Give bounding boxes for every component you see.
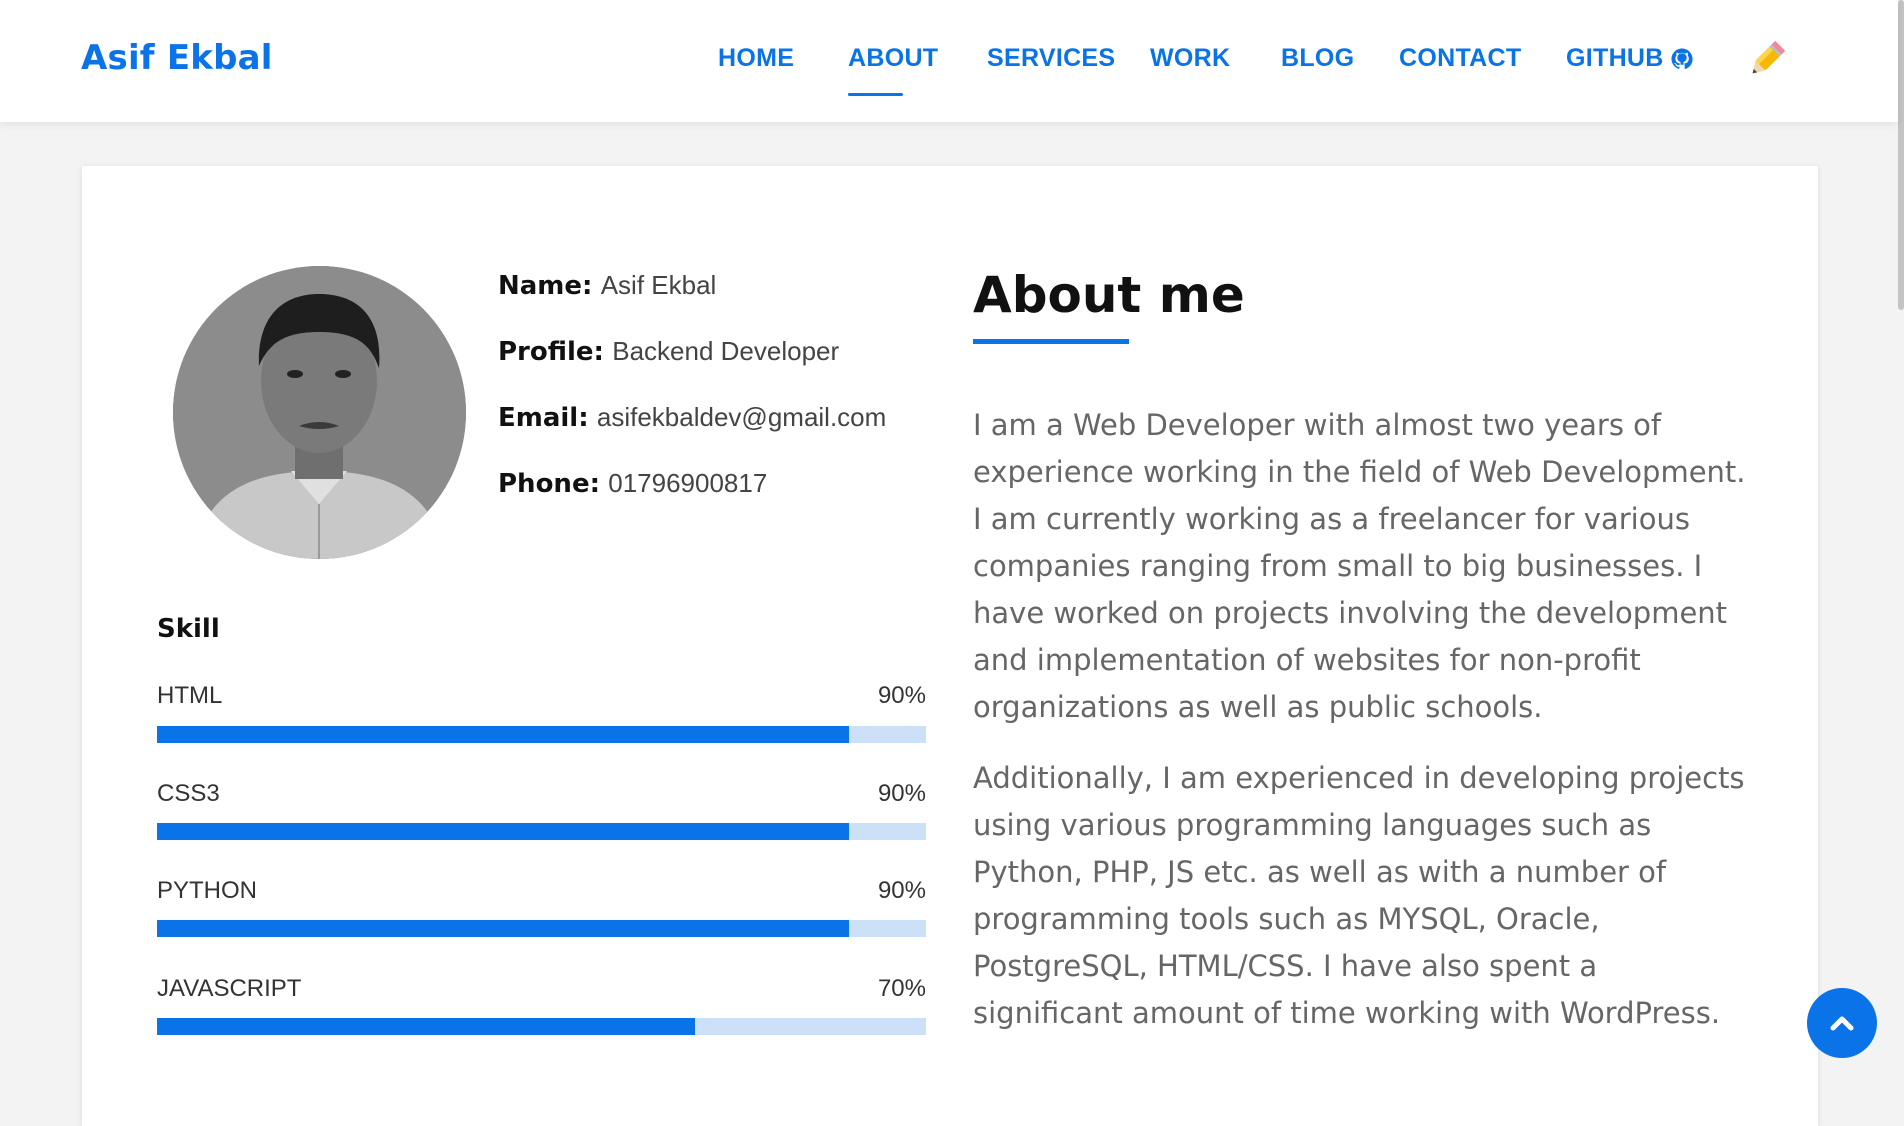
scrollbar-thumb[interactable] bbox=[1898, 0, 1904, 310]
github-icon bbox=[1671, 48, 1693, 69]
profile-phone-row: Phone: 01796900817 bbox=[498, 468, 767, 499]
nav-blog[interactable]: BLOG bbox=[1281, 44, 1354, 73]
phone-label: Phone: bbox=[498, 469, 600, 499]
skill-name: HTML bbox=[157, 682, 223, 709]
skill-bar-fill bbox=[157, 726, 850, 743]
avatar bbox=[173, 266, 466, 559]
profile-label: Profile: bbox=[498, 337, 604, 367]
skill-name: PYTHON bbox=[157, 877, 258, 904]
skill-title: Skill bbox=[157, 614, 220, 644]
name-value: Asif Ekbal bbox=[600, 270, 717, 300]
nav-github-label: GITHUB bbox=[1566, 44, 1664, 72]
profile-value: Backend Developer bbox=[612, 336, 840, 366]
about-title-underline bbox=[973, 339, 1129, 344]
top-navbar: Asif Ekbal HOME ABOUT SERVICES WORK BLOG… bbox=[0, 0, 1898, 122]
nav-services[interactable]: SERVICES bbox=[987, 44, 1115, 73]
nav-home[interactable]: HOME bbox=[718, 44, 794, 73]
profile-name-row: Name: Asif Ekbal bbox=[498, 270, 716, 301]
nav-active-indicator bbox=[848, 93, 903, 96]
profile-role-row: Profile: Backend Developer bbox=[498, 336, 839, 367]
skill-percent: 90% bbox=[877, 877, 926, 904]
nav-about[interactable]: ABOUT bbox=[848, 44, 938, 73]
skill-name: CSS3 bbox=[157, 780, 220, 807]
skill-bar bbox=[157, 1018, 926, 1035]
skill-bar-fill bbox=[157, 920, 850, 937]
skill-bar-fill bbox=[157, 823, 850, 840]
chevron-up-icon bbox=[1830, 1016, 1854, 1031]
nav-github[interactable]: GITHUB bbox=[1566, 44, 1694, 73]
skill-bar bbox=[157, 726, 926, 743]
about-paragraph-2: Additionally, I am experienced in develo… bbox=[973, 761, 1745, 1030]
skill-percent: 70% bbox=[877, 975, 926, 1002]
pencil-icon[interactable] bbox=[1744, 38, 1788, 82]
skill-percent: 90% bbox=[877, 682, 926, 709]
email-value[interactable]: asifekbaldev@gmail.com bbox=[597, 402, 886, 432]
phone-value: 01796900817 bbox=[608, 468, 768, 498]
profile-email-row: Email: asifekbaldev@gmail.com bbox=[498, 402, 886, 433]
email-label: Email: bbox=[498, 403, 589, 433]
page-scrollbar[interactable] bbox=[1898, 0, 1904, 1079]
about-title: About me bbox=[973, 266, 1245, 324]
skill-bar bbox=[157, 823, 926, 840]
about-paragraph-1: I am a Web Developer with almost two yea… bbox=[973, 408, 1746, 724]
nav-contact[interactable]: CONTACT bbox=[1399, 44, 1521, 73]
skill-name: JAVASCRIPT bbox=[157, 975, 302, 1002]
skill-bar-fill bbox=[157, 1018, 696, 1035]
name-label: Name: bbox=[498, 271, 593, 301]
nav-work[interactable]: WORK bbox=[1150, 44, 1230, 73]
brand-logo[interactable]: Asif Ekbal bbox=[81, 38, 273, 78]
skill-bar bbox=[157, 920, 926, 937]
back-to-top-button[interactable] bbox=[1807, 988, 1877, 1058]
skill-percent: 90% bbox=[877, 780, 926, 807]
